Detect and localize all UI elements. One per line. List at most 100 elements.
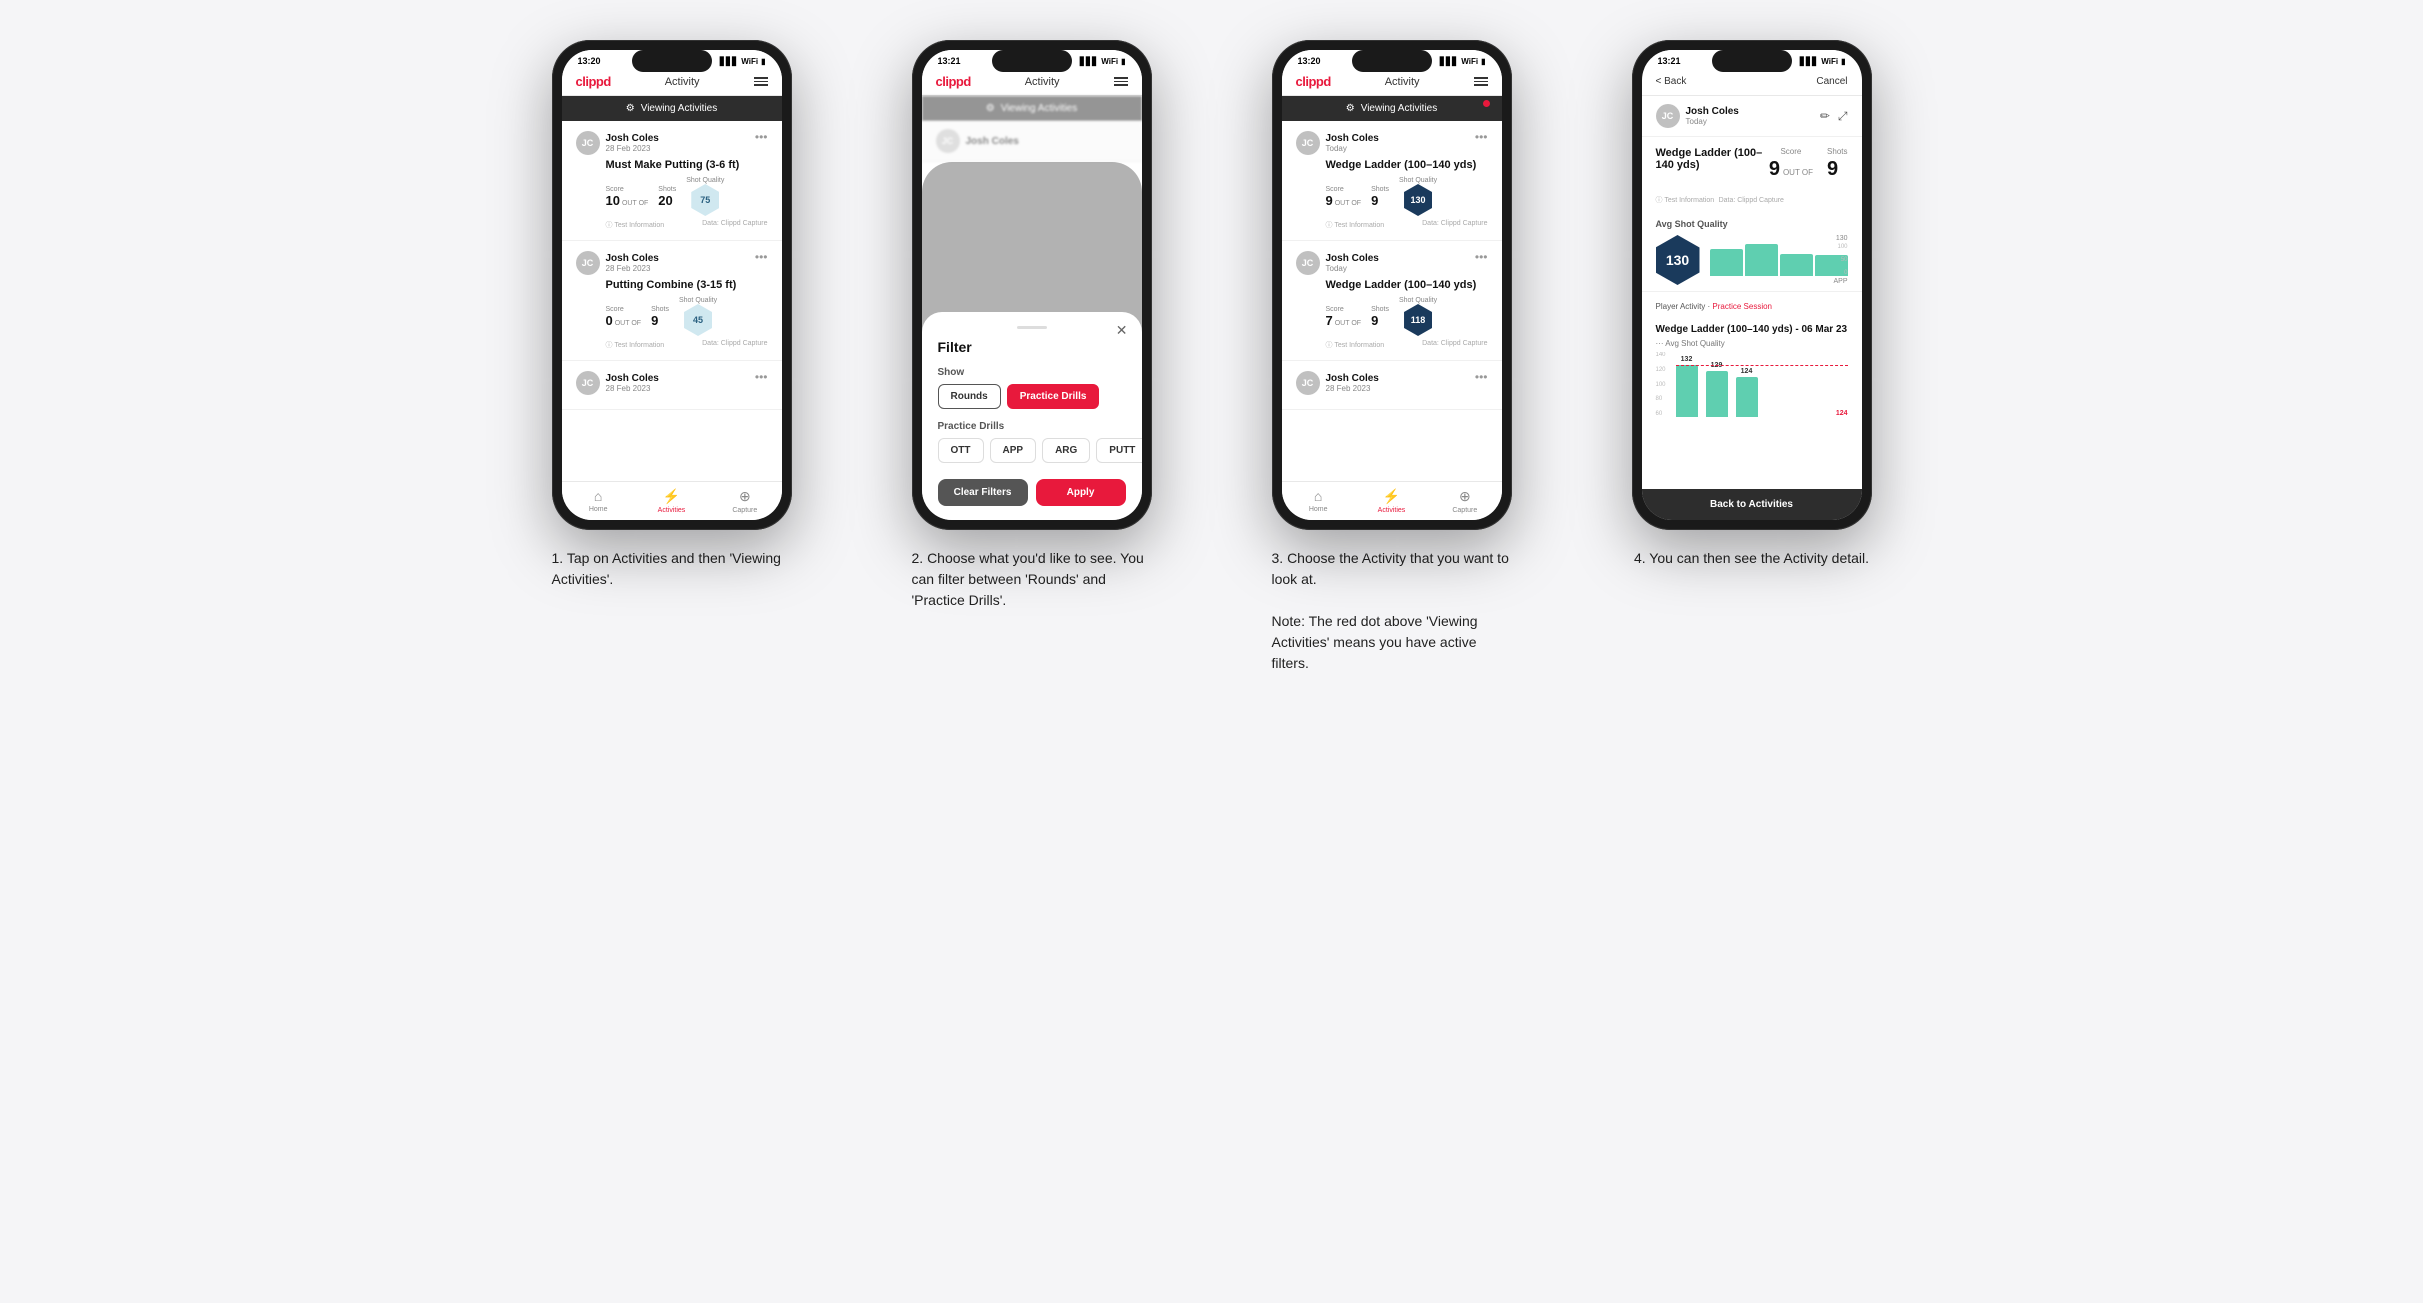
page-container: 13:20 ▋▋▋ WiFi ▮ clippd Activity	[512, 40, 1912, 674]
more-dots-3-3[interactable]: •••	[1475, 371, 1488, 383]
chart-x-label-4: APP	[1710, 278, 1848, 285]
arg-button-2[interactable]: ARG	[1042, 438, 1090, 463]
info-left-1-1: ⓘ Test Information	[606, 220, 665, 230]
back-to-activities-button-4[interactable]: Back to Activities	[1642, 489, 1862, 520]
avatar-3-2: JC	[1296, 251, 1320, 275]
shots-col-label-4: Shots	[1827, 147, 1847, 156]
nav-home-1[interactable]: ⌂ Home	[562, 482, 635, 520]
cancel-button-4[interactable]: Cancel	[1816, 76, 1847, 87]
activity-card-1-2[interactable]: JC Josh Coles 28 Feb 2023 ••• Putting Co…	[562, 241, 782, 361]
card-header-1-2: JC Josh Coles 28 Feb 2023 •••	[576, 251, 768, 275]
score-label-3-1: Score	[1326, 186, 1362, 193]
user-info-3-1: JC Josh Coles Today	[1296, 131, 1379, 155]
activity-title-1-1: Must Make Putting (3-6 ft)	[606, 159, 768, 171]
activity-card-3-3[interactable]: JC Josh Coles 28 Feb 2023 •••	[1282, 361, 1502, 410]
phone-screen-1: 13:20 ▋▋▋ WiFi ▮ clippd Activity	[562, 50, 782, 520]
user-details-3-3: Josh Coles 28 Feb 2023	[1326, 373, 1379, 393]
nav-capture-1[interactable]: ⊕ Capture	[708, 482, 781, 520]
wifi-icon-3: WiFi	[1461, 57, 1478, 66]
filter-actions-2: Clear Filters Apply	[938, 479, 1126, 506]
hamburger-icon-2[interactable]	[1114, 77, 1128, 86]
detail-user-info-4: JC Josh Coles Today	[1656, 104, 1739, 128]
more-dots-1-2[interactable]: •••	[755, 251, 768, 263]
quality-chart-area-4: 130 130	[1656, 235, 1848, 285]
practice-drills-button-2[interactable]: Practice Drills	[1007, 384, 1100, 409]
expand-icon-4[interactable]: ⤢	[1838, 109, 1848, 124]
filter-sheet-2: ✕ Filter Show Rounds Practice Drills Pra…	[922, 312, 1142, 520]
activities-label-1: Activities	[658, 507, 686, 514]
close-icon-2[interactable]: ✕	[1116, 322, 1128, 339]
wifi-icon-1: WiFi	[741, 57, 758, 66]
signal-icon-3: ▋▋▋	[1440, 57, 1458, 66]
ott-button-2[interactable]: OTT	[938, 438, 984, 463]
red-dot-3	[1483, 100, 1490, 107]
card-header-3-2: JC Josh Coles Today •••	[1296, 251, 1488, 275]
banner-text-1: Viewing Activities	[641, 103, 718, 114]
score-value-3-2: 7	[1326, 313, 1333, 328]
hamburger-icon-1[interactable]	[754, 77, 768, 86]
more-dots-3-2[interactable]: •••	[1475, 251, 1488, 263]
info-row-3-1: ⓘ Test Information Data: Clippd Capture	[1326, 220, 1488, 230]
activities-icon-3: ⚡	[1383, 488, 1400, 505]
avatar-2-blur: JC	[936, 129, 960, 153]
activity-card-1-3[interactable]: JC Josh Coles 28 Feb 2023 •••	[562, 361, 782, 410]
user-name-1-3: Josh Coles	[606, 373, 659, 384]
nav-home-3[interactable]: ⌂ Home	[1282, 482, 1355, 520]
back-button-4[interactable]: < Back	[1656, 76, 1687, 87]
test-info-row-4: ⓘ Test Information Data: Clippd Capture	[1642, 187, 1862, 213]
quality-group-3-2: Shot Quality 118	[1399, 297, 1437, 336]
activity-title-1-2: Putting Combine (3-15 ft)	[606, 279, 768, 291]
sub-bars-inner-4: 132 129 124	[1676, 352, 1848, 417]
screen-content-3: JC Josh Coles Today ••• Wedge Ladder (10…	[1282, 121, 1502, 481]
bar-4-4	[1815, 255, 1848, 276]
more-dots-3-1[interactable]: •••	[1475, 131, 1488, 143]
dashed-line-4	[1676, 365, 1848, 366]
user-details-4: Josh Coles Today	[1686, 106, 1739, 126]
shots-value-1-1: 20	[658, 193, 676, 208]
drill-name-4: Wedge Ladder (100–140 yds)	[1656, 147, 1769, 171]
nav-capture-3[interactable]: ⊕ Capture	[1428, 482, 1501, 520]
sub-bar-value-4-3: 124	[1741, 368, 1753, 375]
quality-group-3-1: Shot Quality 130	[1399, 177, 1437, 216]
viewing-banner-1[interactable]: ⚙ Viewing Activities	[562, 96, 782, 121]
dashed-value-label-4: 124	[1836, 410, 1848, 417]
user-details-1-2: Josh Coles 28 Feb 2023	[606, 253, 659, 273]
capture-label-3: Capture	[1452, 507, 1477, 514]
user-name-1-1: Josh Coles	[606, 133, 659, 144]
shots-value-1-2: 9	[651, 313, 669, 328]
chart-bars-4: 100 50 0	[1710, 244, 1848, 276]
putt-button-2[interactable]: PUTT	[1096, 438, 1141, 463]
activity-card-3-2[interactable]: JC Josh Coles Today ••• Wedge Ladder (10…	[1282, 241, 1502, 361]
avatar-1-1: JC	[576, 131, 600, 155]
activity-card-1-1[interactable]: JC Josh Coles 28 Feb 2023 ••• Must Make …	[562, 121, 782, 241]
info-right-3-1: Data: Clippd Capture	[1422, 220, 1487, 230]
viewing-banner-3[interactable]: ⚙ Viewing Activities	[1282, 96, 1502, 121]
apply-button-2[interactable]: Apply	[1036, 479, 1126, 506]
app-button-2[interactable]: APP	[990, 438, 1037, 463]
quality-badge-1-2: 45	[684, 304, 712, 336]
detail-score-section-4: Wedge Ladder (100–140 yds) Score 9 OUT O…	[1642, 137, 1862, 187]
detail-actions-4: ✏ ⤢	[1820, 109, 1848, 124]
bottom-nav-3: ⌂ Home ⚡ Activities ⊕ Capture	[1282, 481, 1502, 520]
app-logo-1: clippd	[576, 74, 611, 89]
sub-bar-4-2	[1706, 371, 1728, 417]
clear-filters-button-2[interactable]: Clear Filters	[938, 479, 1028, 506]
filter-icon-3: ⚙	[1346, 103, 1355, 114]
activity-card-3-1[interactable]: JC Josh Coles Today ••• Wedge Ladder (10…	[1282, 121, 1502, 241]
edit-icon-4[interactable]: ✏	[1820, 109, 1830, 124]
home-label-3: Home	[1309, 506, 1328, 513]
sub-bar-4-3	[1736, 377, 1758, 417]
nav-activities-1[interactable]: ⚡ Activities	[635, 482, 708, 520]
nav-activities-3[interactable]: ⚡ Activities	[1355, 482, 1428, 520]
battery-icon-1: ▮	[761, 57, 765, 66]
score-group-1-2: Score 0 OUT OF	[606, 306, 642, 328]
hamburger-icon-3[interactable]	[1474, 77, 1488, 86]
out-of-text-4: OUT OF	[1783, 168, 1813, 177]
phone-2: 13:21 ▋▋▋ WiFi ▮ clippd Activity	[912, 40, 1152, 530]
more-dots-1-3[interactable]: •••	[755, 371, 768, 383]
shots-group-3-2: Shots 9	[1371, 306, 1389, 328]
rounds-button-2[interactable]: Rounds	[938, 384, 1001, 409]
stats-row-3-2: Score 7 OUT OF Shots 9	[1326, 297, 1488, 336]
more-dots-1-1[interactable]: •••	[755, 131, 768, 143]
blurred-card-2: JC Josh Coles	[922, 121, 1142, 162]
